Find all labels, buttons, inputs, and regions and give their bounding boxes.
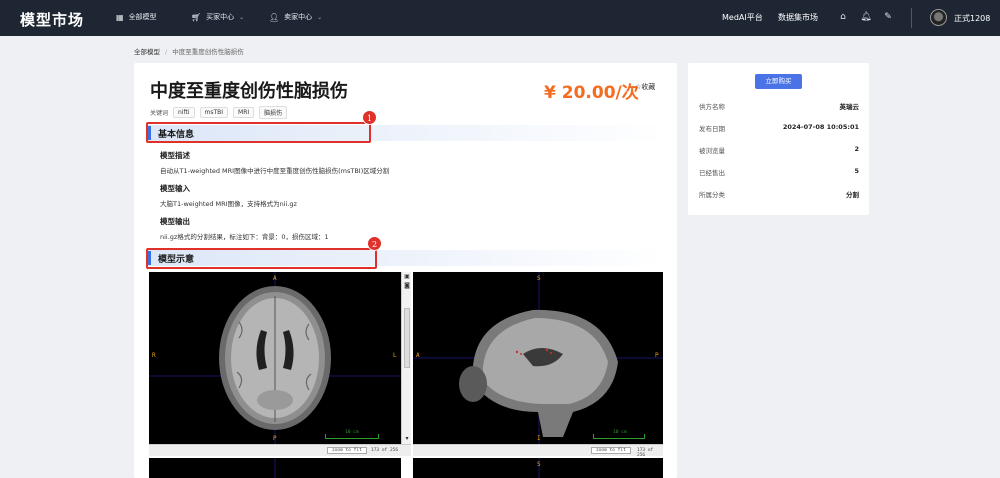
nav-seller-center-label: 卖家中心 (284, 13, 313, 21)
grid-icon: ▦ (116, 12, 124, 22)
expand-icon[interactable]: ▣ (403, 273, 411, 280)
viewer-scrollbar[interactable]: ▣ ◙ ▾ (401, 272, 411, 444)
zoom-to-fit-button[interactable]: zoom to fit (591, 447, 631, 454)
orientation-label: L (393, 352, 397, 359)
info-row-provider: 供方名称 英瑞云 (699, 101, 859, 111)
orientation-label: I (537, 435, 541, 442)
scale-label: 10 cm (613, 430, 627, 435)
nav-dataset-market[interactable]: 数据集市场 (778, 12, 818, 23)
camera-icon[interactable]: ◙ (403, 282, 411, 289)
info-row-category: 所属分类 分割 (699, 189, 859, 199)
home-icon[interactable]: ⌂ (837, 11, 849, 23)
purchase-panel: 立即购买 供方名称 英瑞云 发布日期 2024-07-08 10:05:01 被… (688, 63, 869, 215)
nav-divider (911, 8, 912, 28)
edit-icon[interactable]: ✎ (882, 11, 894, 23)
keyword-tag[interactable]: MRI (233, 107, 255, 118)
scale-label: 10 cm (345, 430, 359, 435)
keyword-label: 关键词 (150, 110, 169, 117)
keyword-tag[interactable]: nifti (173, 107, 195, 118)
info-value: 2 (854, 145, 859, 153)
nav-all-models-label: 全部模型 (128, 13, 157, 21)
nav-seller-center[interactable]: 👤︎ 卖家中心 ⌄ (269, 12, 322, 22)
page-title: 中度至重度创伤性脑损伤 (150, 81, 348, 102)
sagittal-view[interactable]: S I A P 10 cm (413, 272, 663, 444)
axial-view[interactable]: A P R L 10 cm (149, 272, 401, 444)
annotation-badge-2: 2 (367, 236, 382, 251)
render-view[interactable]: S (413, 458, 663, 478)
orientation-label: S (537, 461, 541, 468)
orientation-label: S (537, 275, 541, 282)
orientation-label: P (273, 435, 277, 442)
favorite-button[interactable]: ☆收藏 (635, 82, 655, 92)
nav-buyer-center[interactable]: 🛒︎ 买家中心 ⌄ (191, 12, 244, 22)
orientation-label: A (416, 352, 420, 359)
slice-counter: 173 of 256 (371, 448, 399, 453)
arrow-down-icon[interactable]: ▾ (403, 435, 411, 442)
axial-status-bar: zoom to fit 173 of 256 (149, 444, 411, 456)
zoom-to-fit-button[interactable]: zoom to fit (327, 447, 367, 454)
sagittal-status-bar: zoom to fit 173 of 256 (413, 444, 663, 458)
user-icon: 👤︎ (269, 12, 280, 22)
orientation-label: A (273, 275, 277, 282)
nav-buyer-center-label: 买家中心 (206, 13, 235, 21)
info-row-views: 被浏览量 2 (699, 145, 859, 155)
detail-text: nii.gz格式的分割结果，标注如下：背景：0，损伤区域：1 (160, 233, 329, 241)
info-key: 已经售出 (699, 169, 725, 177)
cart-icon: 🛒︎ (191, 12, 202, 22)
keyword-tag[interactable]: msTBI (199, 107, 229, 118)
detail-text: 自动从T1-weighted MRI图像中进行中度至重度创伤性脑损伤(msTBI… (160, 167, 390, 175)
chevron-down-icon: ⌄ (239, 13, 245, 21)
nav-medai-platform[interactable]: MedAI平台 (722, 12, 763, 23)
info-key: 所属分类 (699, 191, 725, 199)
slice-counter: 173 of 256 (637, 448, 654, 458)
annotation-badge-1: 1 (362, 110, 377, 125)
annotation-box-1 (146, 122, 371, 143)
breadcrumb-root[interactable]: 全部模型 (134, 48, 160, 56)
keyword-tag[interactable]: 脑损伤 (259, 106, 288, 119)
info-row-publish-date: 发布日期 2024-07-08 10:05:01 (699, 123, 859, 133)
breadcrumb-current: 中度至重度创伤性脑损伤 (172, 48, 244, 56)
info-row-sold: 已经售出 5 (699, 167, 859, 177)
username[interactable]: 正式1208 (954, 13, 990, 24)
info-key: 被浏览量 (699, 147, 725, 155)
bell-icon[interactable]: 🔔︎ (860, 11, 872, 23)
detail-heading: 模型输出 (160, 217, 190, 226)
chevron-down-icon: ⌄ (317, 13, 323, 21)
top-nav: 模型市场 ▦ 全部模型 🛒︎ 买家中心 ⌄ 👤︎ 卖家中心 ⌄ MedAI平台 … (0, 0, 1000, 36)
nav-all-models[interactable]: ▦ 全部模型 (116, 12, 157, 22)
info-value: 分割 (846, 191, 859, 199)
detail-heading: 模型描述 (160, 151, 190, 160)
info-value: 2024-07-08 10:05:01 (782, 123, 859, 131)
mri-viewer: A P R L 10 cm ▣ ◙ ▾ zoom to fit 173 of 2… (149, 272, 663, 478)
detail-text: 大脑T1-weighted MRI图像，支持格式为nii.gz (160, 200, 297, 208)
detail-heading: 模型输入 (160, 184, 190, 193)
info-key: 发布日期 (699, 125, 725, 133)
axial-brain-image (149, 272, 401, 444)
avatar[interactable] (930, 9, 947, 26)
info-value: 5 (854, 167, 859, 175)
buy-now-button[interactable]: 立即购买 (755, 74, 802, 89)
orientation-label: P (655, 352, 659, 359)
info-key: 供方名称 (699, 103, 725, 111)
keyword-row: 关键词 nifti msTBI MRI 脑损伤 (150, 106, 288, 119)
scroll-thumb[interactable] (404, 308, 410, 368)
info-value: 英瑞云 (839, 103, 860, 111)
sagittal-brain-image (413, 272, 663, 444)
breadcrumb: 全部模型 / 中度至重度创伤性脑损伤 (134, 48, 244, 56)
annotation-box-2 (146, 248, 377, 269)
orientation-label: R (152, 352, 156, 359)
product-card: 中度至重度创伤性脑损伤 ¥ 20.00/次 ☆收藏 关键词 nifti msTB… (134, 63, 677, 478)
site-logo[interactable]: 模型市场 (20, 9, 84, 30)
price: ¥ 20.00/次 (544, 83, 639, 103)
coronal-view[interactable] (149, 458, 401, 478)
